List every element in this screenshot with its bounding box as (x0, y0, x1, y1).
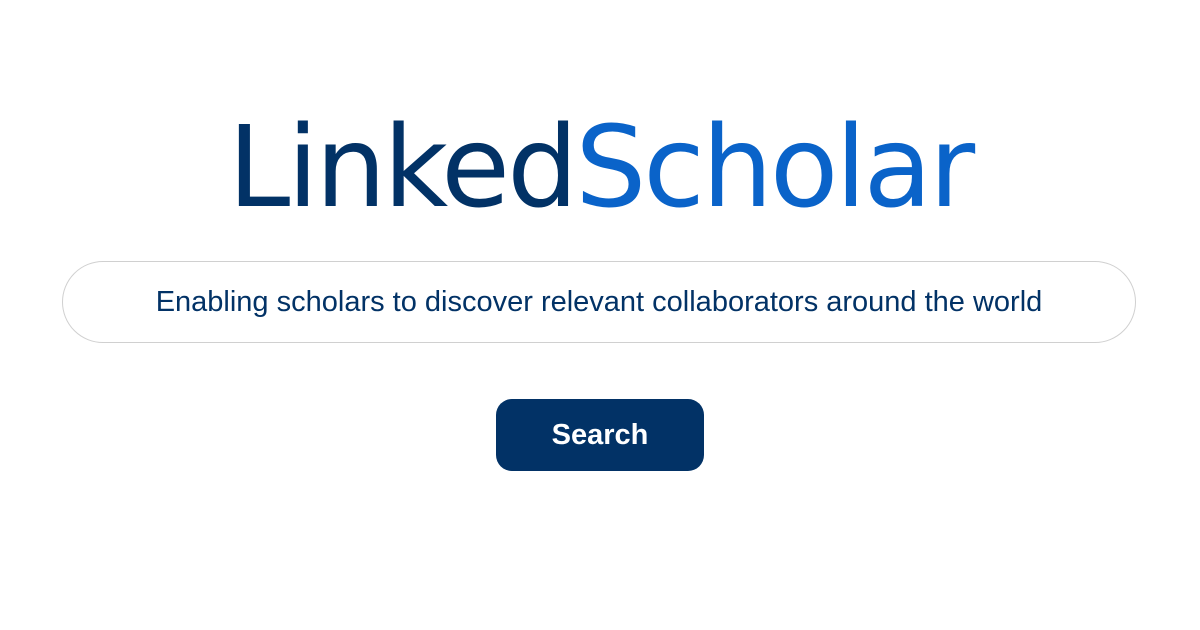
search-button[interactable]: Search (496, 399, 704, 471)
search-field[interactable] (62, 261, 1136, 343)
logo-text-linked: Linked (227, 103, 578, 233)
search-input[interactable] (87, 285, 1111, 319)
logo-text-scholar: Scholar (575, 103, 975, 233)
page: LinkedScholar Search (0, 0, 1200, 630)
app-logo: LinkedScholar (0, 108, 1200, 228)
